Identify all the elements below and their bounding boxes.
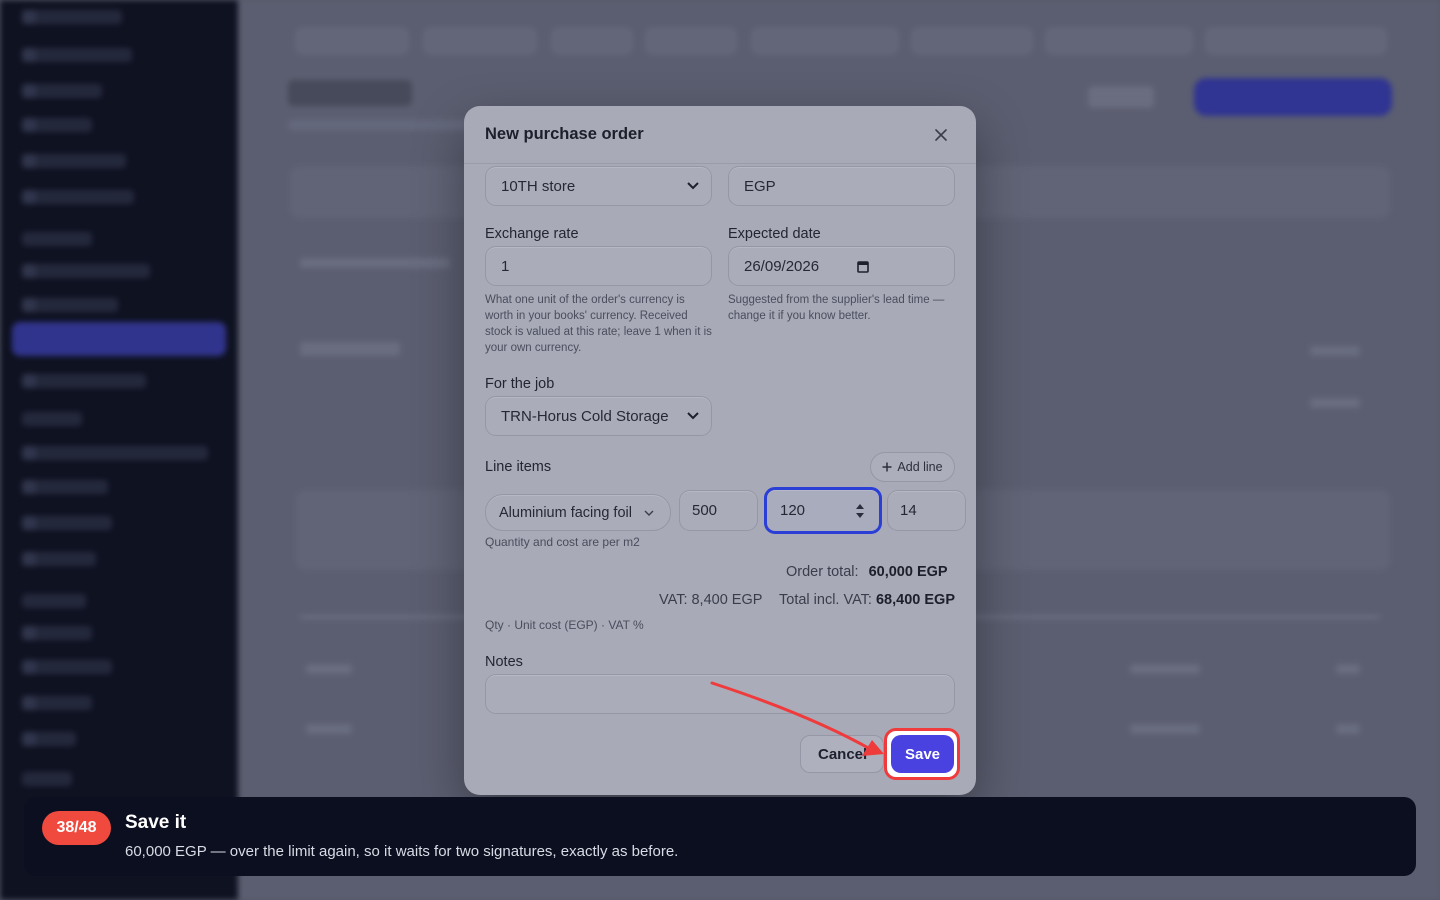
- expected-date-input[interactable]: 26/09/2026: [728, 246, 955, 286]
- order-total-value: 60,000 EGP: [868, 564, 948, 580]
- currency-field[interactable]: EGP: [728, 166, 955, 206]
- dialog-title: New purchase order: [485, 125, 644, 143]
- expected-date-label: Expected date: [728, 226, 821, 242]
- order-total: Order total: 60,000 EGP: [786, 564, 948, 580]
- job-select[interactable]: TRN-Horus Cold Storage: [485, 396, 712, 436]
- close-button[interactable]: [930, 124, 952, 146]
- save-button[interactable]: Save: [891, 735, 954, 773]
- chevron-down-icon: [687, 412, 699, 420]
- line-items-label: Line items: [485, 459, 552, 475]
- quantity-value: 500: [692, 502, 718, 519]
- expected-date-value: 26/09/2026: [744, 257, 820, 275]
- currency-value: EGP: [744, 177, 776, 195]
- product-select[interactable]: Aluminium facing foil: [485, 494, 671, 531]
- stepper-icon[interactable]: [855, 503, 865, 519]
- total-incl-value: 68,400 EGP: [875, 592, 955, 608]
- chevron-down-icon: [644, 510, 654, 516]
- exchange-rate-help: What one unit of the order's currency is…: [485, 294, 712, 354]
- notes-label: Notes: [485, 654, 523, 670]
- vat-value: 14: [900, 502, 917, 519]
- total-incl-label: Total incl. VAT:: [779, 592, 872, 608]
- step-badge: 38/48: [42, 811, 111, 845]
- quantity-input[interactable]: 500: [679, 490, 758, 531]
- store-select-value: 10TH store: [501, 177, 576, 195]
- job-label: For the job: [485, 376, 555, 392]
- store-select[interactable]: 10TH store: [485, 166, 712, 206]
- unit-cost-value: 120: [780, 502, 806, 519]
- job-select-value: TRN-Horus Cold Storage: [501, 407, 669, 425]
- vat-input[interactable]: 14: [887, 490, 966, 531]
- exchange-rate-label: Exchange rate: [485, 226, 579, 242]
- exchange-rate-value: 1: [501, 257, 510, 275]
- calendar-icon[interactable]: [857, 260, 869, 273]
- tutorial-description: 60,000 EGP — over the limit again, so it…: [125, 843, 679, 860]
- close-icon: [935, 129, 947, 141]
- vat-total: VAT: 8,400 EGP: [659, 592, 763, 608]
- add-line-label: Add line: [897, 460, 943, 474]
- unit-cost-input[interactable]: 120: [764, 487, 882, 534]
- tutorial-title: Save it: [125, 812, 187, 833]
- dialog-header: New purchase order: [464, 106, 976, 164]
- total-incl-vat: Total incl. VAT: 68,400 EGP: [779, 592, 955, 608]
- expected-date-help: Suggested from the supplier's lead time …: [728, 294, 945, 322]
- plus-icon: [882, 462, 892, 472]
- order-total-label: Order total:: [786, 564, 859, 580]
- add-line-button[interactable]: Add line: [870, 452, 955, 482]
- cancel-label: Cancel: [818, 745, 868, 763]
- columns-hint: Qty · Unit cost (EGP) · VAT %: [485, 618, 644, 632]
- chevron-down-icon: [687, 182, 699, 190]
- tutorial-banner: 38/48 Save it 60,000 EGP — over the limi…: [24, 797, 1416, 876]
- save-label: Save: [904, 745, 941, 763]
- exchange-rate-input[interactable]: 1: [485, 246, 712, 286]
- product-value: Aluminium facing foil: [499, 504, 632, 521]
- line-item-help: Quantity and cost are per m2: [485, 535, 640, 549]
- notes-input[interactable]: [485, 674, 955, 714]
- cancel-button[interactable]: Cancel: [800, 735, 884, 773]
